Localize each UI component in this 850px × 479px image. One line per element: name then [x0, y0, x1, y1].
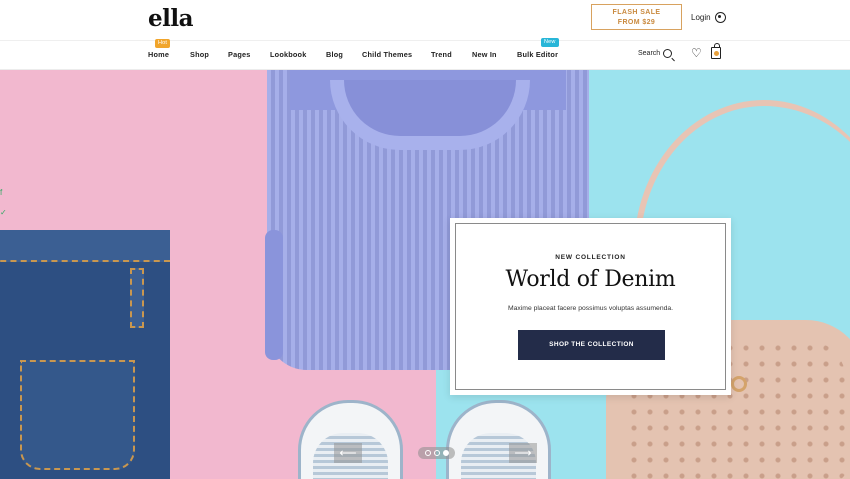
slider-dots	[418, 447, 455, 459]
nav-item-label: Bulk Editor	[517, 50, 559, 59]
cart-bag-icon[interactable]	[711, 43, 721, 59]
jeans-waistband	[0, 230, 170, 262]
cart-count-dot	[714, 51, 719, 56]
prev-arrow-icon[interactable]: ⟵	[334, 443, 362, 463]
collection-eyebrow: NEW COLLECTION	[555, 254, 626, 261]
nav-item-lookbook[interactable]: Lookbook	[270, 50, 306, 59]
nav-item-child-themes[interactable]: Child Themes	[362, 50, 412, 59]
shop-collection-button[interactable]: SHOP THE COLLECTION	[518, 330, 665, 360]
search-button[interactable]: Search	[638, 49, 673, 58]
login-label: Login	[691, 13, 711, 22]
sweater-sleeve	[265, 230, 283, 360]
user-icon	[714, 12, 726, 23]
jeans-pocket	[20, 360, 135, 470]
nav-item-new-in[interactable]: New In	[472, 50, 497, 59]
search-label: Search	[638, 50, 661, 57]
jeans-belt-loop	[130, 268, 144, 328]
wishlist-heart-icon[interactable]: ♡	[691, 46, 702, 60]
nav-item-shop[interactable]: Shop	[190, 50, 209, 59]
flash-sale-line1: FLASH SALE	[612, 9, 661, 16]
nav-item-trend[interactable]: Trend	[431, 50, 452, 59]
site-logo[interactable]: ella	[148, 5, 194, 32]
collection-title: World of Denim	[505, 267, 676, 292]
hero-slider: f ✓ NEW COLLECTION World of Denim Maxime…	[0, 70, 850, 479]
nav-item-label: Home	[148, 50, 170, 59]
collection-card: NEW COLLECTION World of Denim Maxime pla…	[450, 218, 731, 395]
facebook-icon[interactable]: f	[0, 188, 2, 197]
slider-dot-2[interactable]	[433, 450, 440, 456]
search-icon	[663, 49, 673, 58]
collection-card-frame: NEW COLLECTION World of Denim Maxime pla…	[455, 223, 726, 390]
header-divider	[0, 40, 850, 41]
flash-sale-line2: FROM $29	[617, 19, 656, 26]
nav-item-pages[interactable]: Pages	[228, 50, 251, 59]
flash-sale-button[interactable]: FLASH SALE FROM $29	[591, 4, 682, 30]
bag-ring	[731, 376, 747, 392]
nav-item-bulk-editor[interactable]: New Bulk Editor	[517, 38, 559, 59]
next-arrow-icon[interactable]: ⟶	[509, 443, 537, 463]
slider-dot-3[interactable]	[442, 450, 449, 456]
collection-description: Maxime placeat facere possimus voluptas …	[507, 305, 674, 312]
main-nav: Hot Home Shop Pages Lookbook Blog Child …	[0, 38, 850, 62]
slider-dot-1[interactable]	[424, 450, 431, 456]
hot-badge: Hot	[155, 39, 171, 48]
nav-item-blog[interactable]: Blog	[326, 50, 343, 59]
site-header: ella FLASH SALE FROM $29 Login Hot Home …	[0, 0, 850, 70]
twitter-icon[interactable]: ✓	[0, 208, 7, 217]
login-link[interactable]: Login	[691, 12, 726, 23]
nav-item-home[interactable]: Hot Home	[148, 39, 171, 59]
new-badge: New	[541, 38, 559, 47]
